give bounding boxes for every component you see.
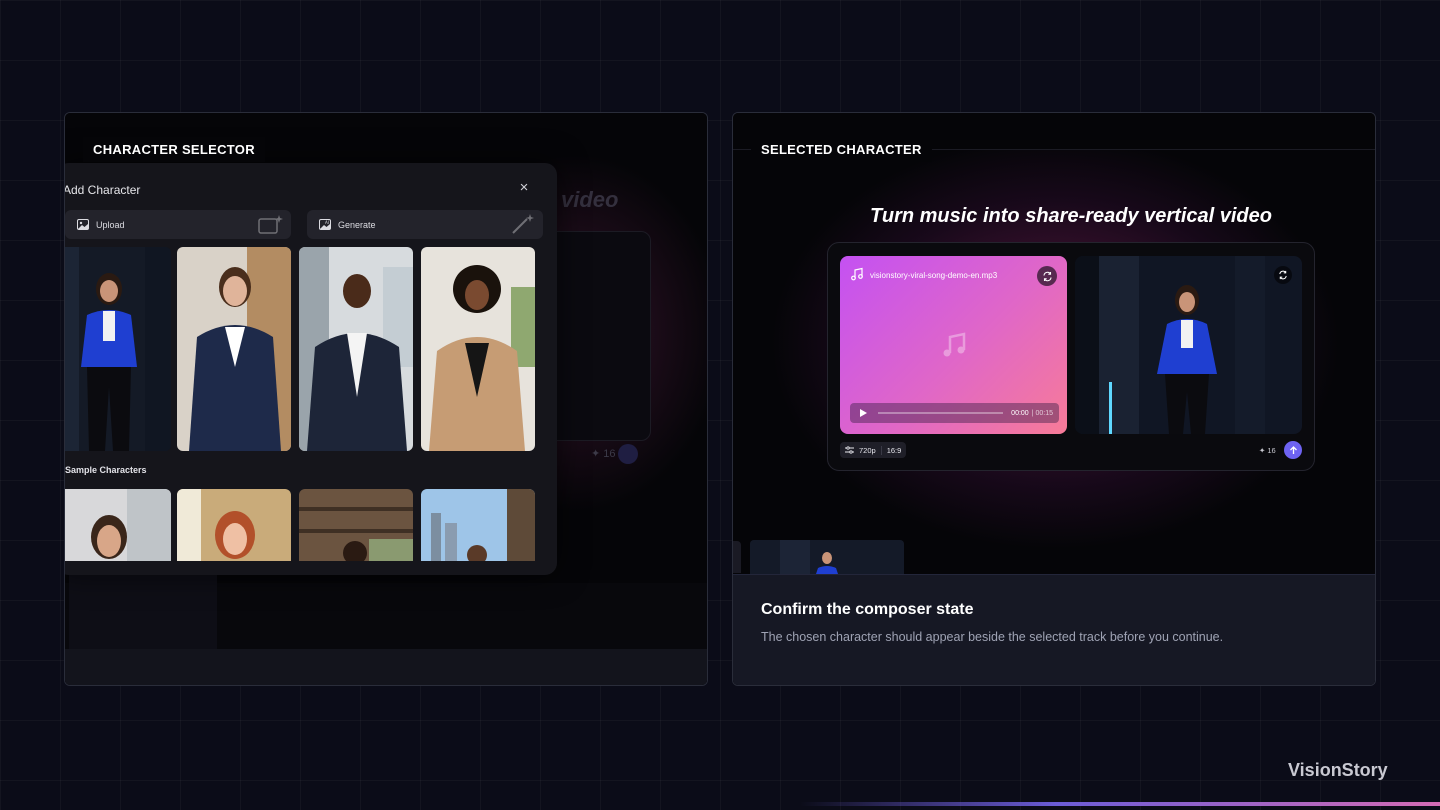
character-portrait [299,247,413,451]
panel-tag: SELECTED CHARACTER [751,137,932,162]
panel-tag: CHARACTER SELECTOR [83,137,265,162]
music-note-icon [851,267,863,281]
background-thumbnail [69,575,217,649]
ai-image-icon: AI [319,219,331,230]
audio-progress-track[interactable] [878,412,1004,414]
character-card-navy-blazer-woman[interactable] [177,247,291,451]
audio-track-card[interactable]: visionstory-viral-song-demo-en.mp3 00:00… [840,256,1067,434]
character-portrait [65,247,171,451]
info-title: Confirm the composer state [761,601,974,618]
play-icon[interactable] [856,406,870,420]
music-note-icon [943,332,966,357]
generate-label: Generate [338,219,376,230]
selected-character-panel: SELECTED CHARACTER Turn music into share… [732,112,1376,686]
swap-icon [1042,271,1052,281]
character-portrait [421,247,535,451]
background-credits: ✦ 16 [591,448,616,460]
swap-icon [1279,270,1287,280]
audio-file-name: visionstory-viral-song-demo-en.mp3 [870,271,998,280]
audio-duration: | 00:15 [1031,409,1053,417]
add-character-modal: Add Character × Upload AI Generate Sampl… [64,163,557,575]
upload-decoration-icon [258,215,283,234]
video-settings-button[interactable]: 720p 16:9 [840,442,907,458]
sparkle-icon: ✦ [1259,446,1266,455]
page-heading: Turn music into share-ready vertical vid… [870,205,1272,227]
upload-button[interactable]: Upload [65,210,291,239]
sample-character-card[interactable] [421,489,535,561]
accent-line [800,802,1440,806]
sliders-icon [845,446,854,454]
character-portrait [1075,256,1302,434]
generate-decoration-icon [512,214,534,234]
credits-counter: ✦ 16 [1259,446,1276,455]
sample-character-card[interactable] [299,489,413,561]
selected-character-card[interactable] [1075,256,1302,434]
character-portrait [299,489,413,561]
character-portrait [177,247,291,451]
svg-text:AI: AI [325,220,329,225]
character-card-navy-suit-man[interactable] [299,247,413,451]
composer: visionstory-viral-song-demo-en.mp3 00:00… [827,242,1315,471]
character-card-blue-jacket[interactable] [65,247,171,451]
background-bottom-bar [65,649,707,685]
thumbnail-image [750,540,904,574]
swap-character-button[interactable] [1274,266,1292,284]
generate-button[interactable]: AI Generate [307,210,543,239]
background-heading: video [561,187,619,212]
character-portrait [177,489,291,561]
info-description: The chosen character should appear besid… [761,630,1224,644]
sample-characters-title: Sample Characters [65,465,147,475]
swap-audio-button[interactable] [1037,266,1057,286]
divider [880,445,882,455]
upload-label: Upload [96,219,125,230]
character-portrait [421,489,535,561]
audio-player: 00:00 | 00:15 [850,403,1059,423]
audio-current-time: 00:00 [1011,409,1029,417]
background-composer [545,231,651,441]
sample-character-card[interactable] [65,489,171,561]
info-section: Confirm the composer state The chosen ch… [733,574,1375,685]
brand-logo: VisionStory [1288,760,1388,780]
character-card-camel-blazer-woman[interactable] [421,247,535,451]
aspect-ratio-value: 16:9 [886,445,902,455]
thumbnail[interactable] [733,541,741,573]
send-button[interactable] [1284,441,1302,459]
thumbnail[interactable] [750,540,904,574]
modal-title: Add Character [64,183,141,197]
character-portrait [65,489,171,561]
image-icon [77,219,89,230]
resolution-value: 720p [859,445,876,455]
character-selector-panel: CHARACTER SELECTOR video ✦ 16 Add Charac… [64,112,708,686]
close-icon[interactable]: × [513,177,535,199]
arrow-up-icon [1289,445,1297,454]
sample-character-card[interactable] [177,489,291,561]
background-send-button [618,444,638,464]
